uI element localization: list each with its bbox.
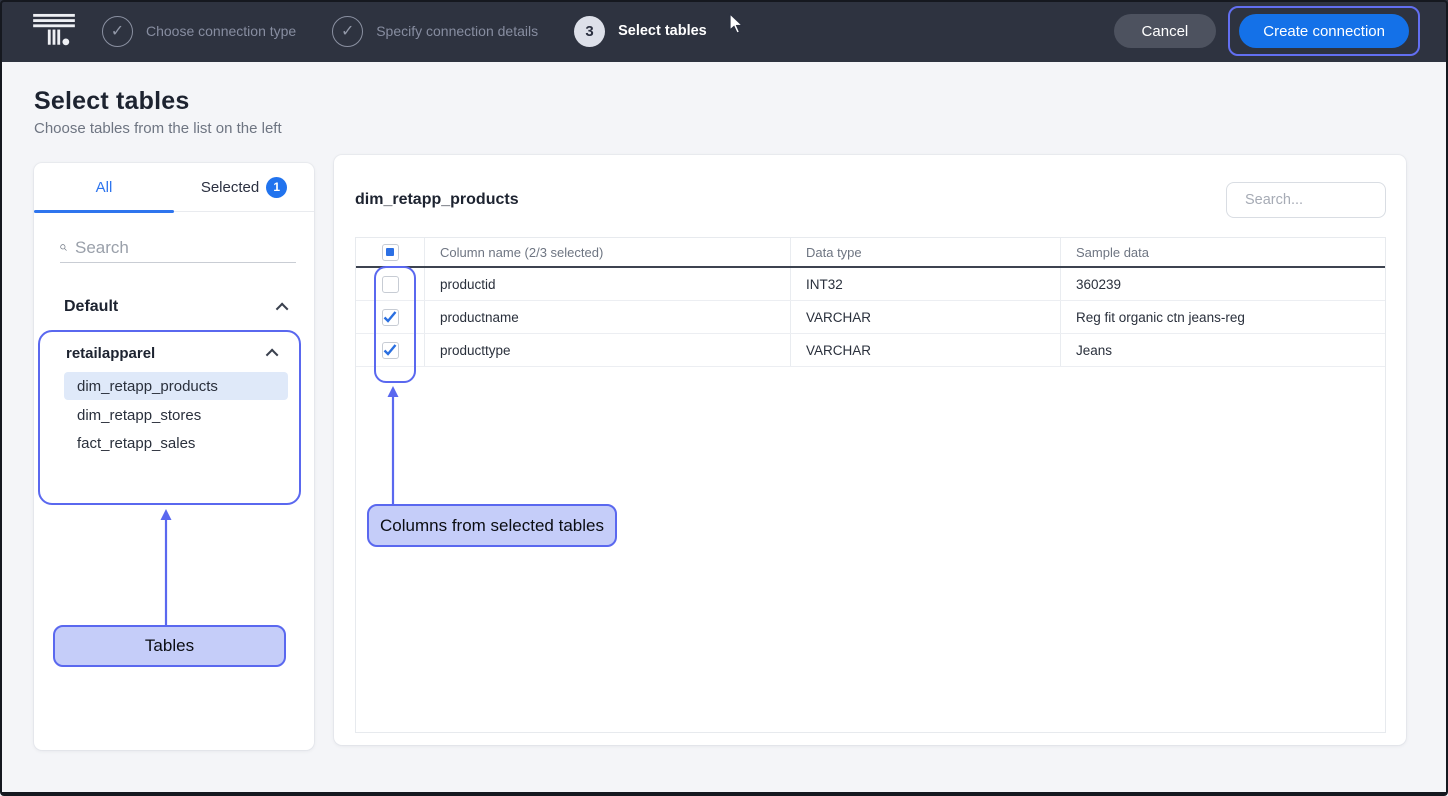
tables-annotation-label: Tables [53,625,286,667]
tab-selected[interactable]: Selected 1 [174,163,314,211]
cell-column-name: productname [425,301,791,333]
table-item-label: dim_retapp_stores [77,407,201,424]
cell-column-name: productid [425,268,791,300]
step1-check-icon: ✓ [102,16,133,47]
cell-column-name: producttype [425,334,791,366]
checkbox-checked-icon [383,311,397,323]
topbar-actions: Cancel Create connection [1114,6,1420,56]
columns-search[interactable] [1226,182,1386,218]
step3-label: Select tables [618,23,707,39]
schema-retailapparel[interactable]: retailapparel [66,345,278,362]
page-subtitle: Choose tables from the list on the left [34,120,282,137]
table-row-productid: productid INT32 360239 [356,268,1385,301]
thoughtspot-logo-icon [32,13,76,49]
table-row-productname: productname VARCHAR Reg fit organic ctn … [356,301,1385,334]
group-default[interactable]: Default [64,298,288,316]
step3-number: 3 [574,16,605,47]
table-item-label: dim_retapp_products [77,378,218,395]
tab-all[interactable]: All [34,163,174,211]
cell-data-type: VARCHAR [791,334,1061,366]
step-select-tables[interactable]: 3 Select tables [574,16,707,47]
selected-table-title: dim_retapp_products [355,191,519,209]
cancel-button[interactable]: Cancel [1114,14,1217,48]
group-default-label: Default [64,298,118,316]
select-all-checkbox[interactable] [382,244,399,261]
mouse-cursor [729,13,745,35]
cell-data-type: INT32 [791,268,1061,300]
row-checkbox-checked[interactable] [382,309,399,326]
table-list-item-fact-retapp-sales[interactable]: fact_retapp_sales [64,429,288,457]
step-choose-connection-type[interactable]: ✓ Choose connection type [102,16,296,47]
cell-sample-data: 360239 [1061,268,1385,300]
header-data-type: Data type [791,238,1061,266]
create-connection-annotation-outline: Create connection [1228,6,1420,56]
columns-table-header: Column name (2/3 selected) Data type Sam… [356,238,1385,268]
row-checkbox-checked[interactable] [382,342,399,359]
table-list-item-dim-retapp-stores[interactable]: dim_retapp_stores [64,401,288,429]
indeterminate-checkbox-icon [386,248,394,256]
tab-selected-label: Selected [201,179,259,196]
checkbox-checked-icon [383,344,397,356]
search-icon [60,240,67,255]
selected-count-badge: 1 [266,177,287,198]
tables-panel-tabs: All Selected 1 [34,163,314,212]
chevron-up-icon [276,302,289,315]
table-row-producttype: producttype VARCHAR Jeans [356,334,1385,367]
tables-search[interactable] [60,233,296,263]
header-sample-data: Sample data [1061,238,1385,266]
columns-annotation-text: Columns from selected tables [380,516,604,536]
cell-sample-data: Reg fit organic ctn jeans-reg [1061,301,1385,333]
step2-check-icon: ✓ [332,16,363,47]
row-checkbox-unchecked[interactable] [382,276,399,293]
create-connection-button[interactable]: Create connection [1239,14,1409,48]
tables-search-input[interactable] [75,238,296,258]
page-title: Select tables [34,87,189,116]
header-column-name: Column name (2/3 selected) [425,238,791,266]
chevron-up-icon [266,349,279,362]
columns-panel: dim_retapp_products Column name (2/3 sel… [334,155,1406,745]
columns-search-input[interactable] [1245,192,1432,208]
table-list-item-dim-retapp-products[interactable]: dim_retapp_products [64,372,288,400]
columns-table: Column name (2/3 selected) Data type Sam… [355,237,1386,733]
wizard-steps: ✓ Choose connection type ✓ Specify conne… [102,16,743,47]
columns-annotation-label: Columns from selected tables [367,504,617,547]
step2-label: Specify connection details [376,23,538,39]
cell-sample-data: Jeans [1061,334,1385,366]
tables-annotation-outline: retailapparel dim_retapp_products dim_re… [38,330,301,505]
cell-data-type: VARCHAR [791,301,1061,333]
tab-all-label: All [96,179,113,196]
schema-name-label: retailapparel [66,345,155,362]
tables-annotation-text: Tables [145,636,194,656]
table-item-label: fact_retapp_sales [77,435,195,452]
step-specify-connection-details[interactable]: ✓ Specify connection details [332,16,538,47]
step1-label: Choose connection type [146,23,296,39]
wizard-top-bar: ✓ Choose connection type ✓ Specify conne… [0,0,1448,62]
